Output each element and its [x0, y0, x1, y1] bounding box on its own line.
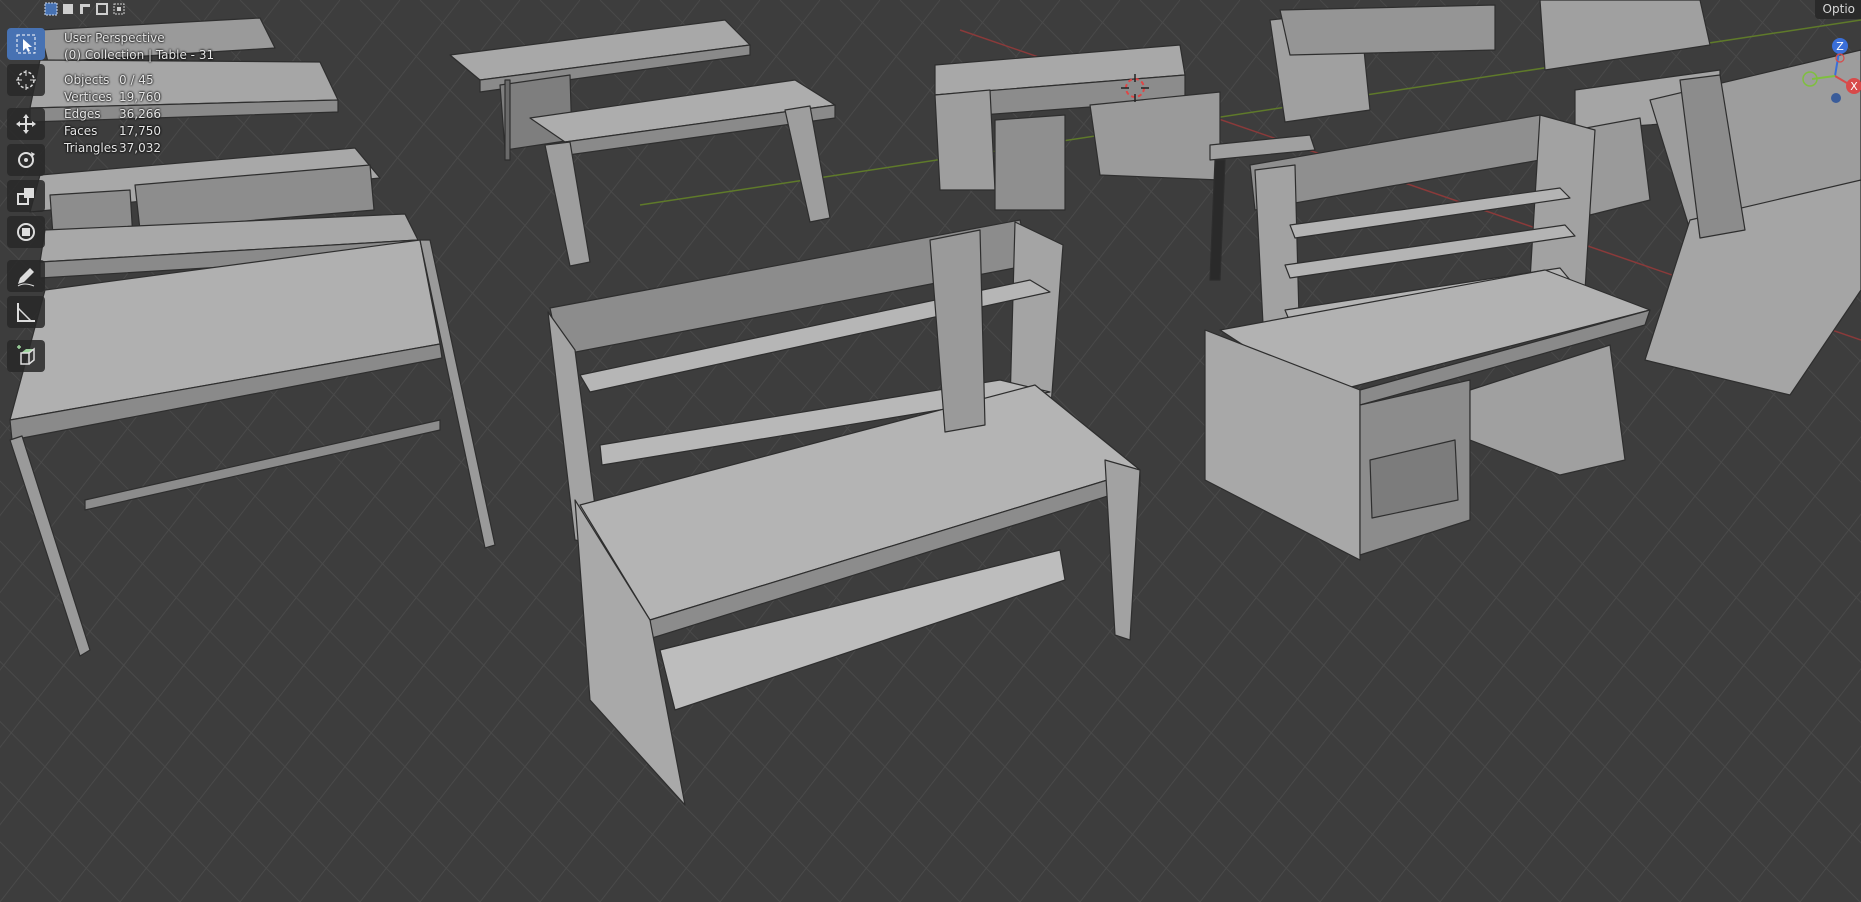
viewport-info-overlay: User Perspective (0) Collection | Table …: [64, 30, 214, 157]
stat-value: 37,032: [119, 141, 161, 155]
scene-canvas[interactable]: [0, 0, 1861, 902]
scene-statistics: Objects 0 / 45 Vertices 19,760 Edges 36,266…: [64, 72, 214, 157]
tool-shelf: [7, 28, 47, 372]
gizmo-x-label: X: [1850, 80, 1858, 93]
stat-key: Triangles: [64, 141, 118, 155]
measure-ruler-icon: [17, 303, 35, 322]
select-mode-intersect-icon[interactable]: [112, 2, 126, 16]
header-toolbar: [44, 0, 126, 18]
cursor-icon: [16, 70, 36, 90]
stat-key: Objects: [64, 73, 110, 87]
gizmo-z-label: Z: [1836, 40, 1844, 53]
3d-viewport[interactable]: Optio User Perspective (0) Collection | …: [0, 0, 1861, 902]
transform-tool[interactable]: [7, 216, 45, 248]
measure-tool[interactable]: [7, 296, 45, 328]
rotate-icon: [18, 152, 35, 168]
gizmo-neg-z-handle[interactable]: [1831, 93, 1841, 103]
stat-key: Vertices: [64, 90, 112, 104]
select-mode-invert-icon[interactable]: [95, 2, 109, 16]
view-name: User Perspective: [64, 31, 165, 45]
select-box-tool[interactable]: [7, 28, 45, 60]
stat-value: 19,760: [119, 90, 161, 104]
stat-row: Vertices 19,760: [64, 89, 214, 106]
stat-value: 0 / 45: [119, 73, 154, 87]
scale-icon: [17, 188, 34, 205]
stat-row: Faces 17,750: [64, 123, 214, 140]
add-cube-icon: [17, 345, 35, 365]
select-mode-extend-icon[interactable]: [61, 2, 75, 16]
select-box-icon: [16, 34, 36, 54]
options-menu[interactable]: Optio: [1814, 0, 1861, 19]
stat-key: Edges: [64, 107, 101, 121]
stat-row: Edges 36,266: [64, 106, 214, 123]
stat-row: Objects 0 / 45: [64, 72, 214, 89]
annotate-tool[interactable]: [7, 260, 45, 292]
stat-value: 17,750: [119, 124, 161, 138]
annotate-pencil-icon: [17, 268, 35, 287]
transform-icon: [17, 223, 35, 241]
collection-info: (0) Collection | Table - 31: [64, 48, 215, 62]
navigation-gizmo[interactable]: Z X: [1800, 36, 1861, 116]
select-mode-new-icon[interactable]: [44, 2, 58, 16]
stat-key: Faces: [64, 124, 98, 138]
move-icon: [16, 114, 36, 134]
select-mode-subtract-icon[interactable]: [78, 2, 92, 16]
add-cube-tool[interactable]: [7, 340, 45, 372]
scale-tool[interactable]: [7, 180, 45, 212]
move-tool[interactable]: [7, 108, 45, 140]
stat-value: 36,266: [119, 107, 161, 121]
stat-row: Triangles 37,032: [64, 140, 214, 157]
cursor-tool[interactable]: [7, 64, 45, 96]
gizmo-y-axis: [1811, 75, 1836, 80]
rotate-tool[interactable]: [7, 144, 45, 176]
